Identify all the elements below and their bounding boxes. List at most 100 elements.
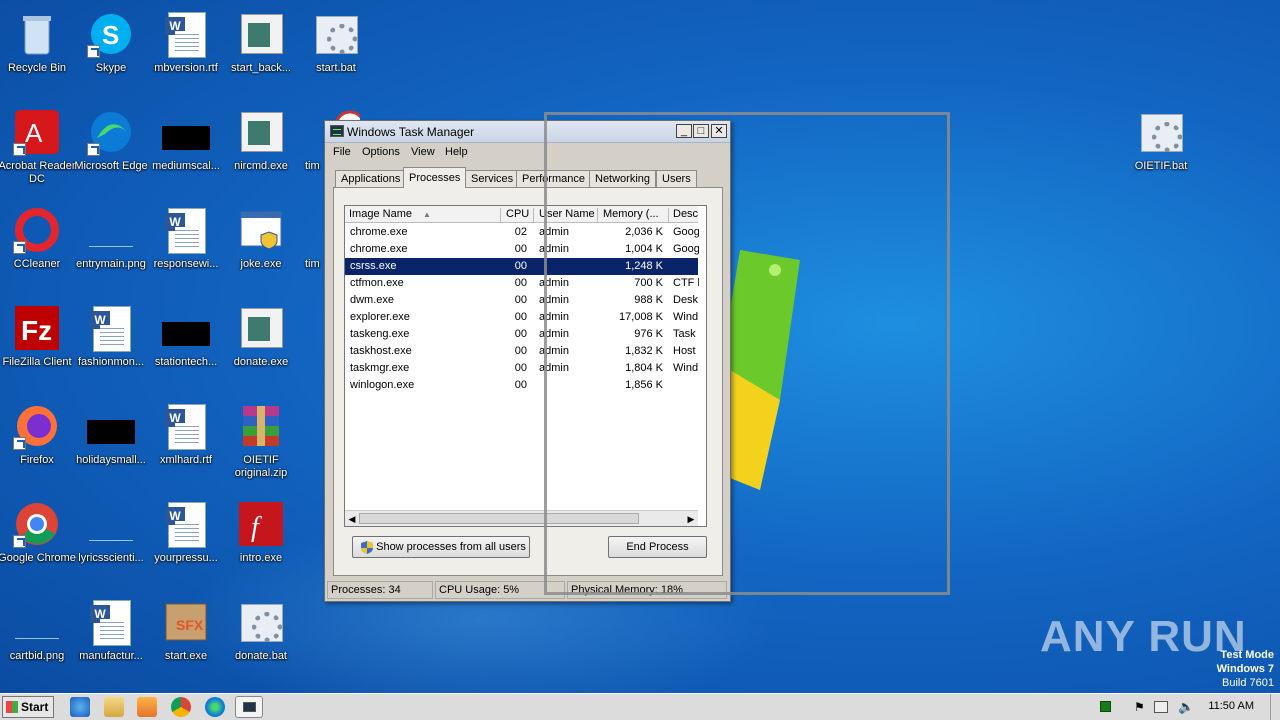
horizontal-scrollbar[interactable]: ◀ ▶ <box>345 510 698 526</box>
icon-label: lyricsscienti... <box>78 552 144 564</box>
process-list[interactable]: Image Name ▲ CPU User Name Memory (... D… <box>344 205 707 527</box>
desktop-icon[interactable]: W yourpressu... <box>147 496 225 586</box>
batch-file-icon <box>312 10 360 58</box>
table-row[interactable]: taskmgr.exe 00 admin 1,804 K Wind <box>345 360 698 377</box>
tab-networking[interactable]: Networking <box>589 170 657 187</box>
end-process-button[interactable]: End Process <box>608 536 707 558</box>
tab-processes[interactable]: Processes <box>403 167 467 188</box>
desktop-icon[interactable]: stationtech... <box>147 300 225 390</box>
chrome-taskbar-icon[interactable] <box>171 697 191 717</box>
desktop-icon[interactable]: CCleaner <box>0 202 76 292</box>
desktop-icon[interactable]: joke.exe <box>222 202 300 292</box>
winrar-icon <box>237 402 285 450</box>
table-row[interactable]: ctfmon.exe 00 admin 700 K CTF l <box>345 275 699 292</box>
icon-label: cartbid.png <box>9 650 65 662</box>
svg-text:A: A <box>25 118 43 148</box>
edge-taskbar-icon[interactable] <box>205 697 225 717</box>
table-row[interactable]: taskhost.exe 00 admin 1,832 K Host <box>345 343 698 360</box>
show-desktop-button[interactable] <box>1270 694 1280 720</box>
tab-performance[interactable]: Performance <box>516 170 591 187</box>
file-explorer-icon[interactable] <box>104 697 124 717</box>
desktop-icon[interactable]: lyricsscienti... <box>72 496 150 586</box>
menu-file[interactable]: File <box>333 146 351 158</box>
desktop-icon[interactable]: Microsoft Edge <box>72 104 150 194</box>
image-file-icon <box>237 10 285 58</box>
maximize-button[interactable]: □ <box>693 124 709 138</box>
word-document-icon: W <box>162 10 210 58</box>
table-row[interactable]: chrome.exe 00 admin 1,004 K Goog <box>345 241 699 258</box>
task-manager-taskbar-icon <box>243 702 256 712</box>
firefox-icon <box>13 402 61 450</box>
tab-applications[interactable]: Applications <box>335 170 407 187</box>
desktop-icon[interactable]: W xmlhard.rtf <box>147 398 225 488</box>
svg-text:SFX: SFX <box>176 617 204 633</box>
desktop-icon[interactable]: S Skype <box>72 6 150 96</box>
scroll-right-icon[interactable]: ▶ <box>685 513 697 525</box>
column-cpu[interactable]: CPU <box>502 208 534 223</box>
desktop-icon[interactable]: Fz FileZilla Client <box>0 300 76 390</box>
desktop-icon[interactable]: holidaysmall... <box>72 398 150 488</box>
tray-app-icon[interactable] <box>1100 701 1111 712</box>
desktop-icon[interactable]: A Acrobat Reader DC <box>0 104 76 194</box>
close-button[interactable]: ✕ <box>711 124 727 138</box>
column-description[interactable]: Desc <box>669 208 698 223</box>
icon-label: start.bat <box>316 62 356 74</box>
table-row[interactable]: chrome.exe 02 admin 2,036 K Goog <box>345 224 699 241</box>
tab-services[interactable]: Services <box>465 170 520 187</box>
desktop-icon[interactable]: entrymain.png <box>72 202 150 292</box>
network-icon[interactable] <box>1154 701 1168 713</box>
icon-label: entrymain.png <box>76 258 146 270</box>
menu-help[interactable]: Help <box>445 146 468 158</box>
table-row[interactable]: winlogon.exe 00 1,856 K <box>345 377 698 394</box>
title-bar[interactable]: Windows Task Manager _ □ ✕ <box>325 121 730 143</box>
desktop-icon[interactable]: W responsewi... <box>147 202 225 292</box>
task-manager-window[interactable]: Windows Task Manager _ □ ✕ File Options … <box>324 120 731 602</box>
desktop-icon[interactable]: start.bat <box>297 6 375 96</box>
desktop-icon[interactable]: W mbversion.rtf <box>147 6 225 96</box>
internet-explorer-icon[interactable] <box>70 697 90 717</box>
column-user-name[interactable]: User Name <box>535 208 598 223</box>
desktop-icon[interactable]: mediumscal... <box>147 104 225 194</box>
table-row[interactable]: explorer.exe 00 admin 17,008 K Wind <box>345 309 698 326</box>
column-image-name[interactable]: Image Name ▲ <box>345 208 501 223</box>
desktop-icon[interactable]: Firefox <box>0 398 76 488</box>
desktop-icon[interactable]: start_back... <box>222 6 300 96</box>
show-all-processes-button[interactable]: Show processes from all users <box>352 536 530 558</box>
desktop-icon[interactable]: Recycle Bin <box>0 6 76 96</box>
desktop-icon[interactable]: donate.exe <box>222 300 300 390</box>
desktop-icon[interactable]: cartbid.png <box>0 594 76 684</box>
start-button[interactable]: Start <box>2 696 54 718</box>
desktop-icon[interactable]: f intro.exe <box>222 496 300 586</box>
scrollbar-thumb[interactable] <box>359 513 639 524</box>
desktop-icon[interactable]: W fashionmon... <box>72 300 150 390</box>
media-player-icon[interactable] <box>137 697 157 717</box>
desktop-icon[interactable]: Google Chrome <box>0 496 76 586</box>
icon-label: nircmd.exe <box>234 160 288 172</box>
table-row[interactable]: taskeng.exe 00 admin 976 K Task <box>345 326 698 343</box>
volume-icon[interactable]: 🔈 <box>1178 699 1194 715</box>
menu-options[interactable]: Options <box>362 146 400 158</box>
desktop-icon[interactable]: nircmd.exe <box>222 104 300 194</box>
clock[interactable]: 11:50 AM <box>1208 700 1254 712</box>
status-cpu: CPU Usage: 5% <box>435 581 565 599</box>
flash-icon: f <box>237 500 285 548</box>
desktop-icon[interactable]: SFX start.exe <box>147 594 225 684</box>
icon-label: donate.exe <box>233 356 289 368</box>
desktop-icon[interactable]: W manufactur... <box>72 594 150 684</box>
icon-label: Microsoft Edge <box>74 160 148 172</box>
column-memory[interactable]: Memory (... <box>599 208 669 223</box>
table-row[interactable]: dwm.exe 00 admin 988 K Desk <box>345 292 698 309</box>
window-title: Windows Task Manager <box>347 125 475 139</box>
minimize-button[interactable]: _ <box>676 124 692 138</box>
desktop-icon[interactable]: donate.bat <box>222 594 300 684</box>
menu-view[interactable]: View <box>411 146 435 158</box>
action-center-flag-icon[interactable]: ⚑ <box>1134 700 1145 714</box>
task-manager-taskbar-button[interactable] <box>235 696 263 718</box>
icon-label: joke.exe <box>240 258 282 270</box>
black-image-icon <box>87 402 135 450</box>
scroll-left-icon[interactable]: ◀ <box>346 513 358 525</box>
desktop-icon[interactable]: OIETIF.bat <box>1122 104 1200 194</box>
desktop-icon[interactable]: OIETIF original.zip <box>222 398 300 488</box>
tab-users[interactable]: Users <box>656 170 697 187</box>
table-row-selected[interactable]: csrss.exe 00 1,248 K <box>345 258 698 275</box>
